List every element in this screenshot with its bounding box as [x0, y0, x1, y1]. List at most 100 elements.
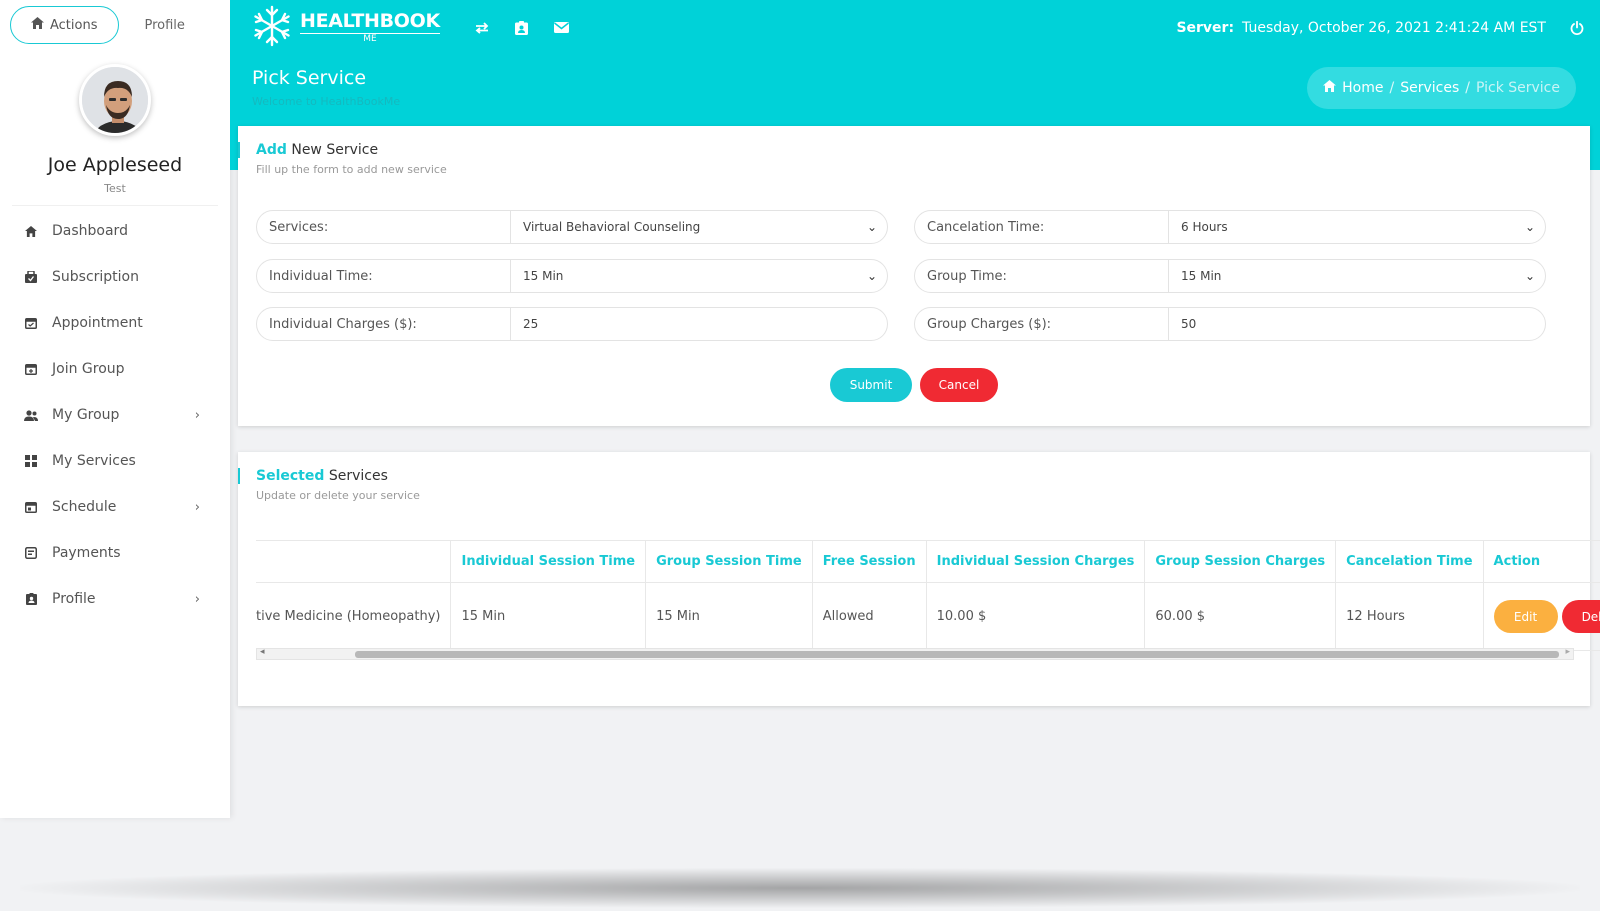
field-label: Cancelation Time: — [915, 211, 1169, 243]
individual-time-value: 15 Min — [523, 269, 564, 283]
individual-charges-value: 25 — [523, 317, 539, 331]
scroll-right-icon[interactable]: ▸ — [1565, 647, 1570, 657]
services-select[interactable]: Services: Virtual Behavioral Counseling ⌄ — [256, 210, 888, 244]
column-header: Individual Session Time — [450, 540, 646, 583]
sidebar-item-appointment[interactable]: Appointment — [0, 300, 230, 346]
calendar-plus-icon — [24, 362, 38, 376]
individual-charges-input[interactable]: Individual Charges ($): 25 — [256, 307, 888, 341]
id-badge-icon — [24, 592, 38, 606]
column-header: Free Session — [811, 540, 927, 583]
table-row: tive Medicine (Homeopathy) 15 Min 15 Min… — [256, 582, 1600, 651]
column-header: Group Session Time — [645, 540, 813, 583]
subscription-icon — [24, 270, 38, 284]
delete-button[interactable]: Del — [1561, 600, 1600, 633]
mail-icon[interactable] — [554, 20, 570, 36]
grid-icon — [24, 454, 38, 468]
home-icon — [1323, 80, 1337, 96]
breadcrumb-home[interactable]: Home — [1342, 80, 1383, 96]
table-header-row: Individual Session Time Group Session Ti… — [256, 540, 1600, 583]
group-session-time: 15 Min — [645, 582, 813, 651]
logo-sub-text: ME — [300, 32, 440, 44]
chevron-right-icon: › — [194, 591, 200, 607]
scroll-left-icon[interactable]: ◂ — [260, 647, 265, 657]
card-title: Add New Service — [237, 142, 379, 158]
breadcrumb-services[interactable]: Services — [1400, 80, 1459, 96]
horizontal-scrollbar[interactable]: ◂ ▸ — [256, 647, 1574, 660]
field-label: Individual Time: — [257, 260, 511, 292]
page-shadow — [20, 868, 1580, 908]
tab-actions[interactable]: Actions — [10, 6, 119, 44]
chevron-right-icon: › — [194, 407, 200, 423]
sidebar-item-label: Schedule — [52, 499, 117, 515]
server-label: Server: — [1176, 19, 1235, 36]
card-subtitle: Update or delete your service — [256, 489, 420, 502]
chevron-down-icon: ⌄ — [866, 220, 877, 234]
swap-icon[interactable] — [474, 20, 490, 36]
individual-time-select[interactable]: Individual Time: 15 Min ⌄ — [256, 259, 888, 293]
sidebar-item-my-group[interactable]: My Group › — [0, 392, 230, 438]
snowflake-logo-icon — [250, 4, 294, 52]
sidebar-item-payments[interactable]: Payments — [0, 530, 230, 576]
column-header — [256, 540, 451, 583]
action-cell: Edit Del — [1482, 582, 1600, 651]
edit-button[interactable]: Edit — [1493, 600, 1558, 633]
sidebar-item-my-services[interactable]: My Services — [0, 438, 230, 484]
sidebar: Actions Profile Joe Appleseed Test Dashb… — [0, 0, 230, 818]
breadcrumb: Home / Services / Pick Service — [1307, 67, 1576, 109]
home-icon — [31, 17, 44, 33]
contact-card-icon[interactable] — [514, 20, 530, 36]
column-header: Individual Session Charges — [925, 540, 1145, 583]
sidebar-item-subscription[interactable]: Subscription — [0, 254, 230, 300]
tab-profile[interactable]: Profile — [145, 18, 185, 33]
user-name: Joe Appleseed — [47, 154, 183, 176]
sidebar-item-join-group[interactable]: Join Group — [0, 346, 230, 392]
chevron-right-icon: › — [194, 499, 200, 515]
sidebar-item-label: Dashboard — [52, 223, 128, 239]
selected-services-card: Selected Services Update or delete your … — [238, 452, 1600, 706]
sidebar-item-label: Join Group — [52, 361, 125, 377]
field-label: Group Time: — [915, 260, 1169, 292]
top-icons — [474, 20, 570, 36]
server-time-value: Tuesday, October 26, 2021 2:41:24 AM EST — [1242, 19, 1546, 36]
group-charges-input[interactable]: Group Charges ($): 50 — [914, 307, 1546, 341]
cancelation-time-select[interactable]: Cancelation Time: 6 Hours ⌄ — [914, 210, 1546, 244]
sidebar-item-schedule[interactable]: Schedule › — [0, 484, 230, 530]
column-header: Group Session Charges — [1144, 540, 1336, 583]
sidebar-item-dashboard[interactable]: Dashboard — [0, 208, 230, 254]
sidebar-item-label: My Group — [52, 407, 120, 423]
sidebar-item-profile[interactable]: Profile › — [0, 576, 230, 622]
field-label: Group Charges ($): — [915, 308, 1169, 340]
group-time-select[interactable]: Group Time: 15 Min ⌄ — [914, 259, 1546, 293]
page-subtitle: Welcome to HealthBookMe — [252, 95, 401, 108]
power-icon[interactable] — [1570, 20, 1584, 35]
cancelation-time: 12 Hours — [1335, 582, 1484, 651]
calendar-icon — [24, 500, 38, 514]
add-service-card: Add New Service Fill up the form to add … — [237, 126, 1590, 426]
receipt-icon — [24, 546, 38, 560]
logo-main-text: HEALTHBOOK — [300, 9, 440, 32]
home-icon — [24, 224, 38, 238]
cancel-button[interactable]: Cancel — [920, 368, 998, 402]
sidebar-item-label: Subscription — [52, 269, 139, 285]
app-logo[interactable]: HEALTHBOOK ME — [250, 4, 440, 52]
card-title: Selected Services — [238, 468, 388, 484]
user-role: Test — [12, 182, 218, 206]
free-session: Allowed — [811, 582, 927, 651]
service-name: tive Medicine (Homeopathy) — [256, 582, 451, 651]
breadcrumb-current: Pick Service — [1475, 80, 1560, 96]
sidebar-item-label: Profile — [52, 591, 96, 607]
server-time: Server: Tuesday, October 26, 2021 2:41:2… — [1176, 20, 1600, 36]
page-title: Pick Service — [252, 67, 367, 89]
field-label: Services: — [257, 211, 511, 243]
breadcrumb-separator: / — [1465, 80, 1470, 96]
tab-actions-label: Actions — [50, 17, 98, 33]
submit-button[interactable]: Submit — [830, 368, 912, 402]
breadcrumb-separator: / — [1389, 80, 1395, 96]
avatar[interactable] — [79, 64, 151, 136]
sidebar-tabs: Actions Profile — [0, 0, 230, 50]
chevron-down-icon: ⌄ — [1524, 269, 1535, 283]
top-bar: HEALTHBOOK ME Server: Tuesday, October 2… — [230, 0, 1600, 55]
scrollbar-thumb[interactable] — [355, 651, 1559, 658]
cancelation-time-value: 6 Hours — [1181, 220, 1228, 234]
group-time-value: 15 Min — [1181, 269, 1222, 283]
